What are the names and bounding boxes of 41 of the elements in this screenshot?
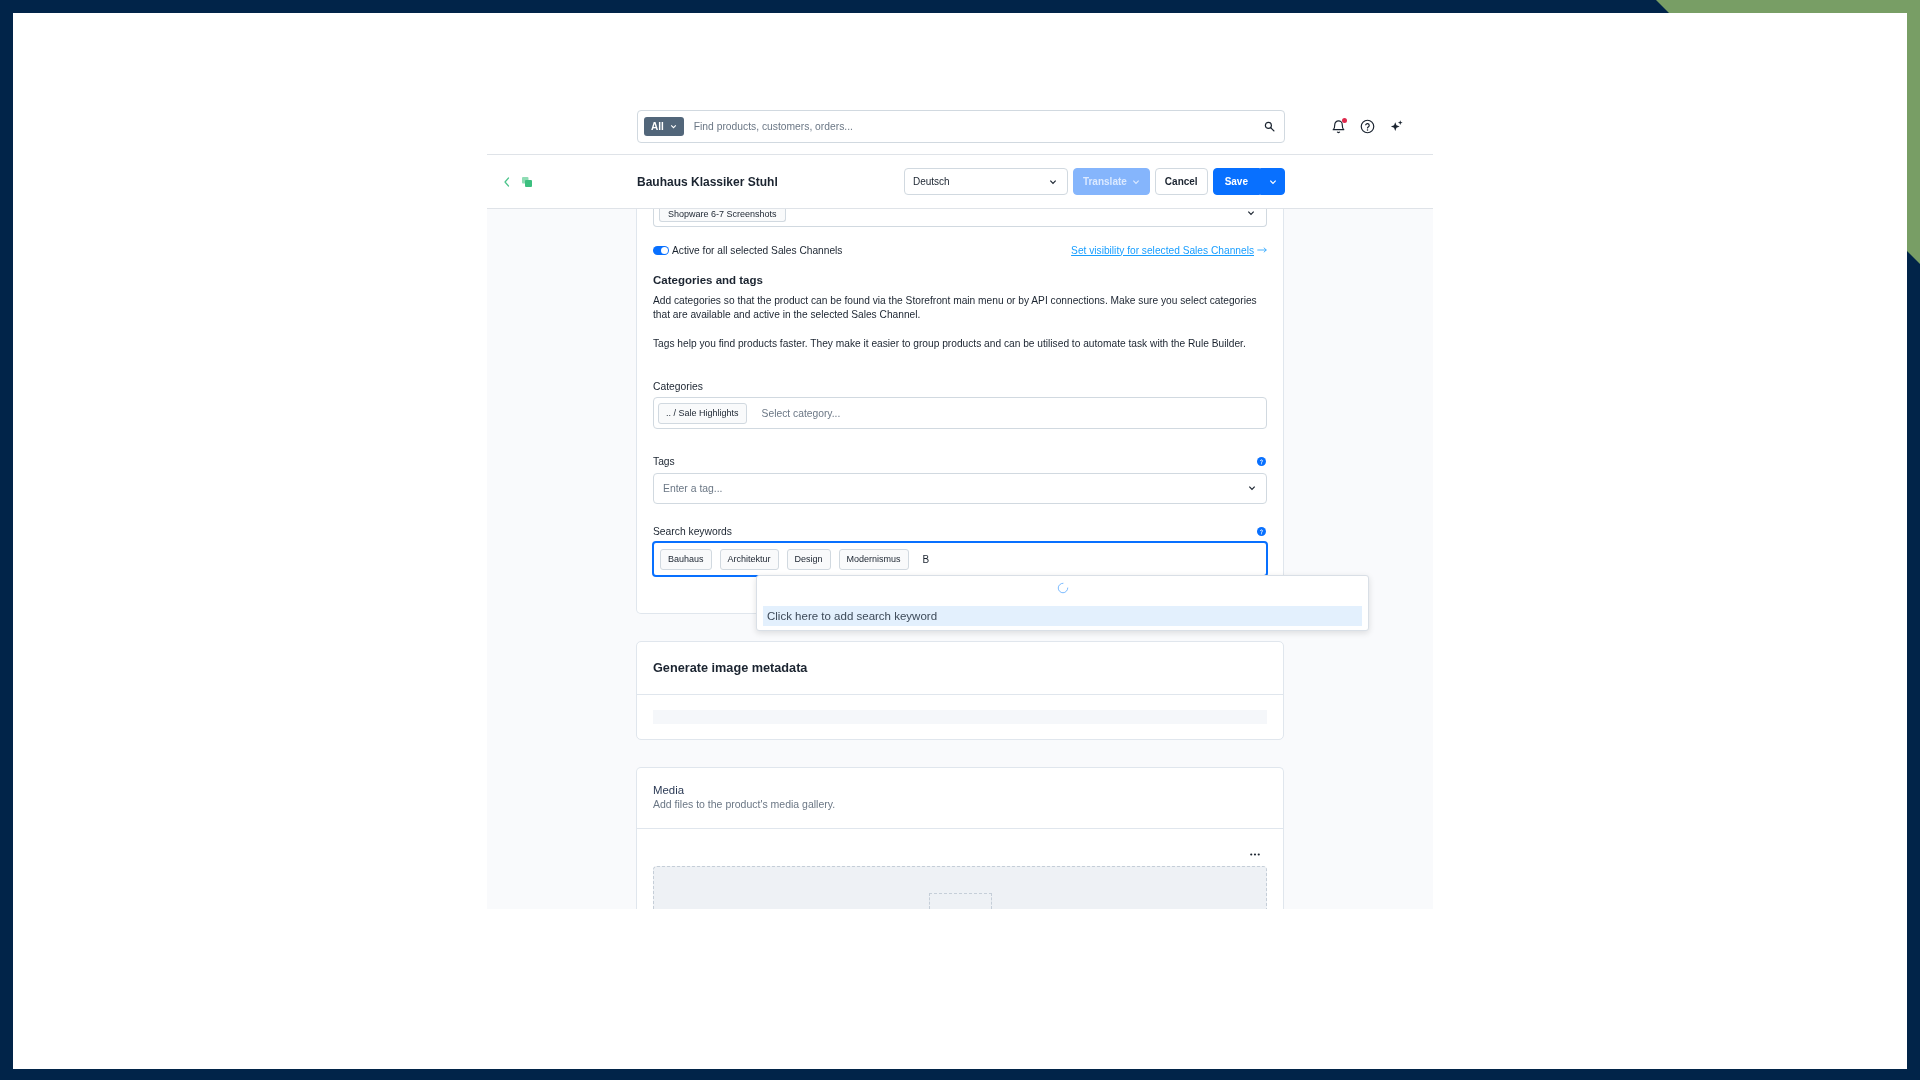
chevron-down-icon xyxy=(1048,178,1057,185)
arrow-right-icon xyxy=(1257,247,1267,253)
description-text: Add categories so that the product can be found via the Storefront main menu or by API connections. Make sure you select categories that are available and active in the selected Sales Channel. xyxy=(653,294,1258,322)
toggle-label: Active for all selected Sales Channels xyxy=(672,244,843,256)
keyword-chip[interactable]: Modernismus xyxy=(838,548,909,570)
section-title: Categories and tags xyxy=(653,273,764,287)
description-text: Tags help you find products faster. They make it easier to group products and can be utilised to automate task with the Rule Builder. xyxy=(653,337,1247,351)
bell-icon[interactable] xyxy=(1331,118,1346,134)
keyword-chip[interactable]: Design xyxy=(786,548,831,570)
chevron-down-icon xyxy=(1247,210,1255,216)
toggle-switch[interactable] xyxy=(653,245,669,255)
card-title: Generate image metadata xyxy=(653,661,808,675)
chevron-down-icon xyxy=(1248,485,1256,491)
media-placeholder xyxy=(928,893,992,909)
cancel-button[interactable]: Cancel xyxy=(1154,168,1208,195)
save-menu-button[interactable] xyxy=(1260,168,1285,195)
chevron-down-icon xyxy=(1268,178,1277,185)
dropdown-option[interactable]: Click here to add search keyword xyxy=(763,606,1362,626)
field-label: Categories xyxy=(653,380,703,392)
card-subtitle: Add files to the product's media gallery. xyxy=(653,798,837,811)
search-icon[interactable] xyxy=(1264,120,1275,132)
scope-dropdown-button[interactable]: All xyxy=(644,116,684,136)
field-label: Tags xyxy=(653,455,675,467)
page-title: Bauhaus Klassiker Stuhl xyxy=(637,174,778,189)
save-button[interactable]: Save xyxy=(1212,168,1260,195)
keyword-chip[interactable]: Bauhaus xyxy=(660,548,712,570)
field-label: Search keywords xyxy=(653,525,732,537)
keyword-chip[interactable]: Architektur xyxy=(719,548,779,570)
category-chip[interactable]: .. / Sale Highlights xyxy=(658,402,747,424)
help-icon[interactable] xyxy=(1360,118,1375,134)
category-field[interactable]: .. / Sale Highlights Select category... xyxy=(653,397,1267,429)
stacked-squares-icon xyxy=(521,175,533,188)
more-icon[interactable] xyxy=(1250,853,1260,856)
language-select[interactable]: Deutsch xyxy=(903,168,1068,195)
sales-channel-chip[interactable]: Shopware 6-7 Screenshots xyxy=(659,209,786,222)
tag-field[interactable]: Enter a tag... xyxy=(653,473,1267,504)
search-field[interactable]: All Find products, customers, orders... xyxy=(637,109,1285,143)
card-title: Media xyxy=(653,784,686,797)
chevron-down-icon xyxy=(1131,178,1140,185)
sales-channel-select[interactable]: Shopware 6-7 Screenshots xyxy=(653,209,1267,227)
caret-icon xyxy=(669,123,677,129)
